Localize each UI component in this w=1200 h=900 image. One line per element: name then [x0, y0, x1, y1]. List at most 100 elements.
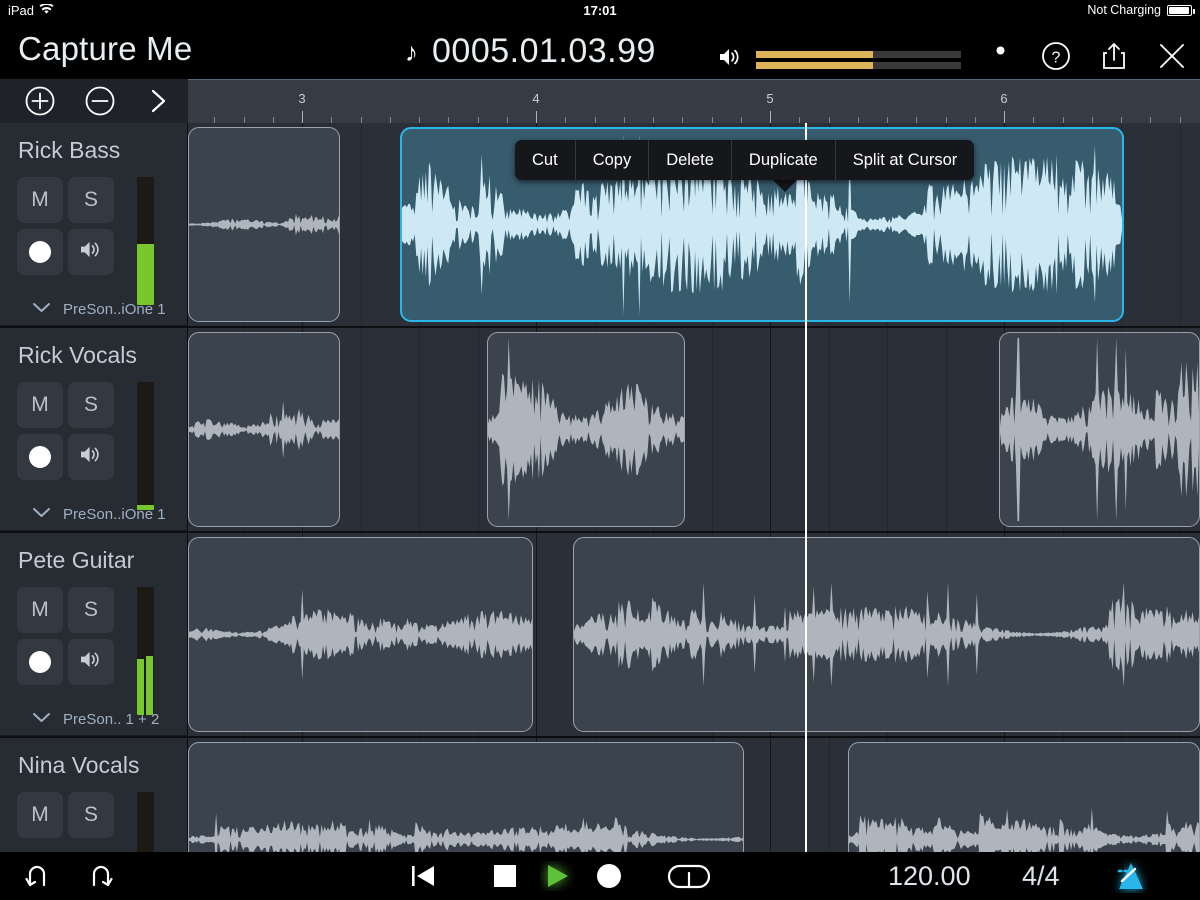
beat-gridline — [478, 328, 479, 531]
track-header[interactable]: Rick Vocals MS PreSon..iOne 1 — [0, 328, 188, 531]
track-header[interactable]: Nina Vocals MS — [0, 738, 188, 852]
timecode-value: 0005.01.03.99 — [432, 32, 656, 71]
track-mute-button[interactable]: M — [17, 587, 63, 633]
time-signature-value[interactable]: 4/4 — [1022, 861, 1060, 892]
track-input-selector[interactable]: PreSon.. 1 + 2 — [0, 710, 188, 728]
track-lane[interactable] — [188, 328, 1200, 531]
track-solo-button[interactable]: S — [68, 587, 114, 633]
chevron-down-icon — [32, 300, 51, 318]
track-record-arm-button[interactable] — [17, 639, 63, 685]
track-name[interactable]: Rick Bass — [18, 137, 120, 164]
ruler-bar-tick — [770, 111, 771, 123]
beat-gridline — [361, 123, 362, 326]
beat-gridline — [361, 328, 362, 531]
context-menu-item-cut[interactable]: Cut — [515, 140, 576, 180]
audio-clip[interactable] — [999, 332, 1200, 527]
track-header[interactable]: Rick Bass MS PreSon..iOne 1 — [0, 123, 188, 326]
tempo-value[interactable]: 120.00 — [888, 861, 971, 892]
context-menu-item-duplicate[interactable]: Duplicate — [732, 140, 836, 180]
track-name[interactable]: Rick Vocals — [18, 342, 137, 369]
audio-clip[interactable] — [487, 332, 685, 527]
ios-status-bar: iPad 17:01 Not Charging — [0, 0, 1200, 22]
track-solo-label: S — [84, 598, 98, 622]
meter-segment-right — [146, 587, 153, 715]
playhead[interactable] — [805, 123, 807, 852]
track-mute-label: M — [31, 598, 49, 622]
track-row: Nina Vocals MS — [0, 738, 1200, 852]
close-icon[interactable] — [1152, 36, 1192, 76]
ruler-bar-number: 6 — [1000, 91, 1007, 106]
remove-track-button[interactable] — [80, 81, 120, 121]
track-input-selector[interactable]: PreSon..iOne 1 — [0, 505, 188, 523]
audio-clip[interactable] — [848, 742, 1200, 852]
record-icon[interactable] — [586, 852, 632, 900]
track-lane[interactable] — [188, 738, 1200, 852]
header-divider — [0, 325, 188, 326]
beat-gridline — [946, 328, 947, 531]
track-mute-button[interactable]: M — [17, 792, 63, 838]
track-solo-button[interactable]: S — [68, 792, 114, 838]
master-volume-control[interactable] — [718, 46, 961, 73]
context-menu-item-copy[interactable]: Copy — [576, 140, 650, 180]
meter-row-right — [756, 62, 961, 69]
speaker-icon — [79, 649, 104, 676]
undo-icon[interactable] — [16, 852, 60, 900]
track-monitor-button[interactable] — [68, 434, 114, 480]
beat-gridline — [712, 328, 713, 531]
track-lane[interactable] — [188, 533, 1200, 736]
redo-icon[interactable] — [78, 852, 122, 900]
track-record-arm-button[interactable] — [17, 434, 63, 480]
ruler-bar-tick — [536, 111, 537, 123]
bar-gridline — [536, 533, 537, 736]
audio-clip[interactable] — [188, 127, 340, 322]
header-divider — [0, 530, 188, 531]
track-solo-button[interactable]: S — [68, 177, 114, 223]
track-level-meter — [137, 382, 154, 510]
context-menu-arrow — [773, 180, 797, 192]
audio-clip[interactable] — [188, 537, 533, 732]
timecode-display[interactable]: ♪ 0005.01.03.99 — [405, 32, 656, 71]
stop-icon[interactable] — [482, 852, 528, 900]
bar-gridline — [770, 328, 771, 531]
track-mute-button[interactable]: M — [17, 177, 63, 223]
master-level-meter — [756, 51, 961, 69]
skip-to-start-icon[interactable] — [400, 852, 446, 900]
share-icon[interactable] — [1094, 36, 1134, 76]
context-menu-item-delete[interactable]: Delete — [649, 140, 732, 180]
track-solo-button[interactable]: S — [68, 382, 114, 428]
track-input-selector[interactable]: PreSon..iOne 1 — [0, 300, 188, 318]
audio-clip[interactable] — [188, 332, 340, 527]
ruler-bar-tick — [302, 111, 303, 123]
audio-clip[interactable] — [573, 537, 1200, 732]
bar-gridline — [770, 738, 771, 852]
beat-gridline — [419, 328, 420, 531]
track-name[interactable]: Pete Guitar — [18, 547, 134, 574]
music-note-icon: ♪ — [405, 39, 418, 65]
audio-clip[interactable] — [188, 742, 744, 852]
loop-icon[interactable] — [664, 852, 714, 900]
context-menu-item-split-at-cursor[interactable]: Split at Cursor — [836, 140, 975, 180]
track-monitor-button[interactable] — [68, 639, 114, 685]
track-name[interactable]: Nina Vocals — [18, 752, 139, 779]
timeline-ruler[interactable]: 3456 — [188, 79, 1200, 123]
track-monitor-button[interactable] — [68, 229, 114, 275]
track-mute-button[interactable]: M — [17, 382, 63, 428]
title-bar-actions: ? — [978, 36, 1192, 76]
track-row: Pete Guitar M S PreSon.. 1 + 2 — [0, 533, 1200, 738]
metronome-mode-icon[interactable] — [978, 36, 1018, 76]
help-icon[interactable]: ? — [1036, 36, 1076, 76]
track-record-arm-button[interactable] — [17, 229, 63, 275]
expand-panel-chevron-icon[interactable] — [138, 81, 178, 121]
track-solo-label: S — [84, 803, 98, 827]
track-row: Rick Vocals MS PreSon..iOne 1 — [0, 328, 1200, 533]
track-header[interactable]: Pete Guitar M S PreSon.. 1 + 2 — [0, 533, 188, 736]
svg-text:?: ? — [1052, 50, 1061, 67]
add-track-button[interactable] — [20, 81, 60, 121]
track-mute-label: M — [31, 393, 49, 417]
record-dot-icon — [29, 241, 51, 263]
metronome-icon[interactable] — [1100, 852, 1154, 900]
speaker-icon — [79, 444, 104, 471]
clip-context-menu: CutCopyDeleteDuplicateSplit at Cursor — [515, 140, 974, 180]
track-input-label: PreSon..iOne 1 — [63, 506, 166, 523]
play-icon[interactable] — [534, 852, 580, 900]
